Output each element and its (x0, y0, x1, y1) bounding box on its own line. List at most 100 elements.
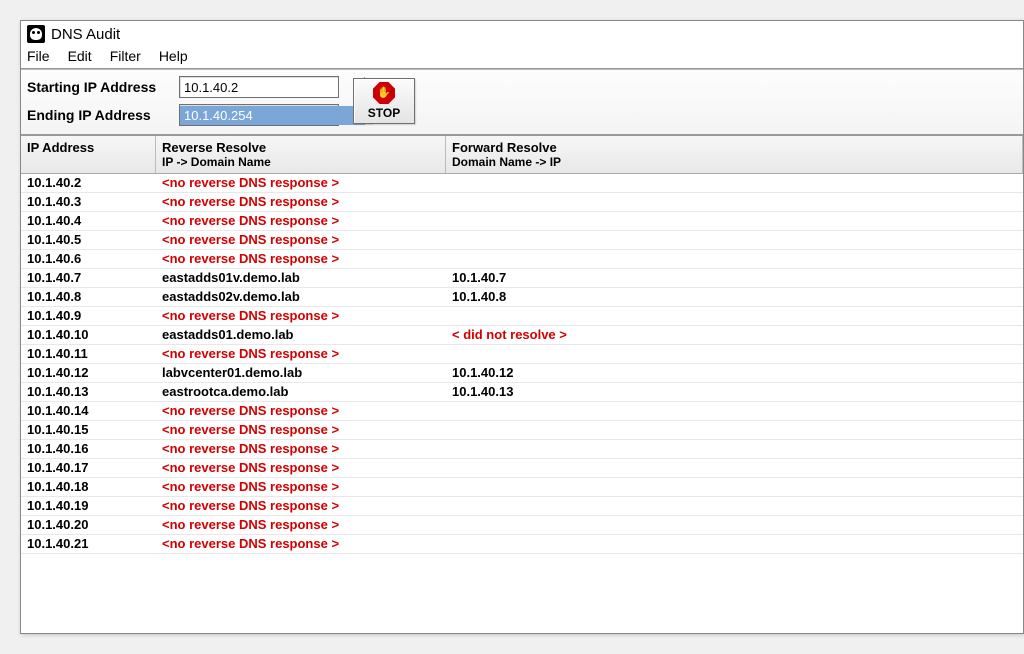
table-row[interactable]: 10.1.40.13eastrootca.demo.lab10.1.40.13 (21, 383, 1023, 402)
cell-forward (446, 193, 1023, 211)
cell-forward (446, 402, 1023, 420)
cell-ip: 10.1.40.15 (21, 421, 156, 439)
cell-ip: 10.1.40.16 (21, 440, 156, 458)
table-row[interactable]: 10.1.40.11<no reverse DNS response > (21, 345, 1023, 364)
cell-ip: 10.1.40.12 (21, 364, 156, 382)
end-ip-input[interactable] (180, 106, 364, 125)
table-row[interactable]: 10.1.40.4<no reverse DNS response > (21, 212, 1023, 231)
grid-header: IP Address Reverse Resolve IP -> Domain … (21, 136, 1023, 174)
cell-forward (446, 440, 1023, 458)
table-row[interactable]: 10.1.40.6<no reverse DNS response > (21, 250, 1023, 269)
cell-reverse: <no reverse DNS response > (156, 174, 446, 192)
table-row[interactable]: 10.1.40.7eastadds01v.demo.lab10.1.40.7 (21, 269, 1023, 288)
cell-ip: 10.1.40.20 (21, 516, 156, 534)
end-ip-combo[interactable] (179, 104, 339, 126)
cell-forward (446, 516, 1023, 534)
stop-button-label: STOP (368, 106, 400, 120)
col-header-forward[interactable]: Forward Resolve Domain Name -> IP (446, 136, 1023, 173)
table-row[interactable]: 10.1.40.3<no reverse DNS response > (21, 193, 1023, 212)
table-row[interactable]: 10.1.40.9<no reverse DNS response > (21, 307, 1023, 326)
cell-ip: 10.1.40.4 (21, 212, 156, 230)
cell-ip: 10.1.40.13 (21, 383, 156, 401)
cell-forward (446, 345, 1023, 363)
cell-ip: 10.1.40.14 (21, 402, 156, 420)
stop-button[interactable]: ✋ STOP (353, 78, 415, 124)
cell-forward (446, 459, 1023, 477)
cell-reverse: eastadds02v.demo.lab (156, 288, 446, 306)
cell-forward: 10.1.40.13 (446, 383, 1023, 401)
start-ip-input[interactable] (180, 78, 364, 97)
toolbar: Starting IP Address Ending IP Address (21, 70, 1023, 136)
table-row[interactable]: 10.1.40.2<no reverse DNS response > (21, 174, 1023, 193)
table-row[interactable]: 10.1.40.15<no reverse DNS response > (21, 421, 1023, 440)
col-header-reverse[interactable]: Reverse Resolve IP -> Domain Name (156, 136, 446, 173)
menu-bar: File Edit Filter Help (21, 46, 1023, 68)
cell-ip: 10.1.40.10 (21, 326, 156, 344)
col-header-forward-main: Forward Resolve (452, 140, 557, 155)
stop-icon: ✋ (373, 82, 395, 104)
col-header-reverse-main: Reverse Resolve (162, 140, 266, 155)
table-row[interactable]: 10.1.40.12labvcenter01.demo.lab10.1.40.1… (21, 364, 1023, 383)
app-icon (27, 25, 45, 43)
cell-ip: 10.1.40.11 (21, 345, 156, 363)
results-grid: IP Address Reverse Resolve IP -> Domain … (21, 136, 1023, 633)
col-header-reverse-sub: IP -> Domain Name (162, 155, 439, 169)
table-row[interactable]: 10.1.40.10eastadds01.demo.lab< did not r… (21, 326, 1023, 345)
table-row[interactable]: 10.1.40.8eastadds02v.demo.lab10.1.40.8 (21, 288, 1023, 307)
cell-forward (446, 497, 1023, 515)
cell-reverse: <no reverse DNS response > (156, 421, 446, 439)
cell-forward (446, 231, 1023, 249)
cell-reverse: eastadds01v.demo.lab (156, 269, 446, 287)
cell-forward: 10.1.40.7 (446, 269, 1023, 287)
table-row[interactable]: 10.1.40.20<no reverse DNS response > (21, 516, 1023, 535)
window-title: DNS Audit (51, 26, 120, 43)
cell-forward: 10.1.40.8 (446, 288, 1023, 306)
cell-reverse: <no reverse DNS response > (156, 307, 446, 325)
menu-filter[interactable]: Filter (110, 48, 141, 64)
table-row[interactable]: 10.1.40.14<no reverse DNS response > (21, 402, 1023, 421)
cell-reverse: <no reverse DNS response > (156, 250, 446, 268)
cell-ip: 10.1.40.19 (21, 497, 156, 515)
table-row[interactable]: 10.1.40.18<no reverse DNS response > (21, 478, 1023, 497)
table-row[interactable]: 10.1.40.19<no reverse DNS response > (21, 497, 1023, 516)
col-header-forward-sub: Domain Name -> IP (452, 155, 1016, 169)
end-ip-label: Ending IP Address (27, 107, 175, 123)
cell-ip: 10.1.40.2 (21, 174, 156, 192)
cell-ip: 10.1.40.7 (21, 269, 156, 287)
table-row[interactable]: 10.1.40.16<no reverse DNS response > (21, 440, 1023, 459)
cell-reverse: <no reverse DNS response > (156, 478, 446, 496)
cell-reverse: <no reverse DNS response > (156, 459, 446, 477)
cell-forward (446, 307, 1023, 325)
cell-reverse: <no reverse DNS response > (156, 345, 446, 363)
menu-help[interactable]: Help (159, 48, 188, 64)
title-bar: DNS Audit (21, 21, 1023, 46)
start-ip-combo[interactable] (179, 76, 339, 98)
cell-forward (446, 478, 1023, 496)
cell-ip: 10.1.40.8 (21, 288, 156, 306)
cell-forward (446, 535, 1023, 553)
cell-reverse: <no reverse DNS response > (156, 212, 446, 230)
cell-reverse: eastadds01.demo.lab (156, 326, 446, 344)
table-row[interactable]: 10.1.40.17<no reverse DNS response > (21, 459, 1023, 478)
cell-ip: 10.1.40.18 (21, 478, 156, 496)
cell-reverse: labvcenter01.demo.lab (156, 364, 446, 382)
cell-forward (446, 250, 1023, 268)
cell-ip: 10.1.40.6 (21, 250, 156, 268)
cell-reverse: <no reverse DNS response > (156, 516, 446, 534)
menu-file[interactable]: File (27, 48, 50, 64)
menu-edit[interactable]: Edit (68, 48, 92, 64)
table-row[interactable]: 10.1.40.21<no reverse DNS response > (21, 535, 1023, 554)
cell-forward (446, 174, 1023, 192)
cell-ip: 10.1.40.3 (21, 193, 156, 211)
cell-reverse: <no reverse DNS response > (156, 402, 446, 420)
cell-reverse: <no reverse DNS response > (156, 193, 446, 211)
cell-ip: 10.1.40.9 (21, 307, 156, 325)
app-window: DNS Audit File Edit Filter Help Starting… (20, 20, 1024, 634)
cell-ip: 10.1.40.5 (21, 231, 156, 249)
cell-ip: 10.1.40.21 (21, 535, 156, 553)
col-header-ip[interactable]: IP Address (21, 136, 156, 173)
cell-reverse: eastrootca.demo.lab (156, 383, 446, 401)
table-row[interactable]: 10.1.40.5<no reverse DNS response > (21, 231, 1023, 250)
grid-body: 10.1.40.2<no reverse DNS response >10.1.… (21, 174, 1023, 554)
cell-forward (446, 421, 1023, 439)
